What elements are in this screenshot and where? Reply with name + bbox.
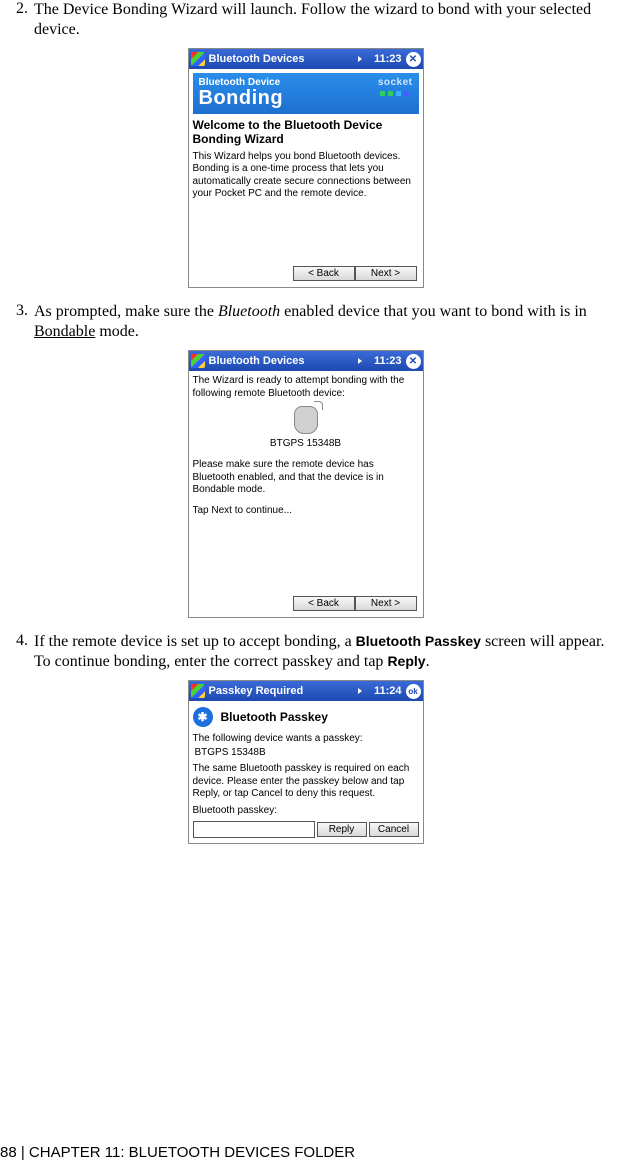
speaker-icon[interactable] (358, 356, 368, 366)
step-4-number: 4. (0, 632, 34, 672)
titlebar-1-time: 11:23 (374, 53, 402, 65)
back-button[interactable]: < Back (293, 266, 355, 281)
device-icon (294, 406, 318, 434)
step-4-part-a: If the remote device is set up to accept… (34, 633, 356, 650)
bluetooth-icon: ✱ (193, 707, 213, 727)
step-4-bold1: Bluetooth Passkey (356, 633, 481, 649)
step-3-italic: Bluetooth (218, 303, 280, 320)
titlebar-1-title: Bluetooth Devices (209, 53, 356, 65)
screenshot-2: Bluetooth Devices 11:23 ✕ The Wizard is … (0, 350, 611, 618)
start-flag-icon[interactable] (191, 684, 205, 698)
device-row: BTGPS 15348B (193, 406, 419, 449)
step-4-part-c: . (426, 653, 430, 670)
close-icon[interactable]: ✕ (406, 52, 421, 67)
step-3-underline: Bondable (34, 323, 95, 340)
socket-logo: socket (378, 77, 413, 88)
titlebar-3-title: Passkey Required (209, 685, 356, 697)
step-2: 2. The Device Bonding Wizard will launch… (0, 0, 611, 40)
step-4-text: If the remote device is set up to accept… (34, 632, 611, 672)
device-name: BTGPS 15348B (270, 438, 341, 449)
titlebar-1: Bluetooth Devices 11:23 ✕ (189, 49, 423, 69)
wizard-banner: socket Bluetooth Device Bonding (193, 73, 419, 114)
ok-icon[interactable]: ok (406, 684, 421, 699)
screenshot-1: Bluetooth Devices 11:23 ✕ socket Bluetoo… (0, 48, 611, 288)
step-4: 4. If the remote device is set up to acc… (0, 632, 611, 672)
step-4-bold2: Reply (387, 653, 425, 669)
titlebar-3: Passkey Required 11:24 ok (189, 681, 423, 701)
titlebar-2-title: Bluetooth Devices (209, 355, 356, 367)
back-button[interactable]: < Back (293, 596, 355, 611)
titlebar-2: Bluetooth Devices 11:23 ✕ (189, 351, 423, 371)
step-3-part-b: enabled device that you want to bond wit… (280, 303, 587, 320)
wizard-welcome: Welcome to the Bluetooth Device Bonding … (193, 118, 419, 147)
next-button[interactable]: Next > (355, 596, 417, 611)
page-footer: 88 | CHAPTER 11: BLUETOOTH DEVICES FOLDE… (0, 1144, 355, 1161)
shot3-line2: The same Bluetooth passkey is required o… (193, 763, 419, 801)
passkey-header: ✱ Bluetooth Passkey (193, 707, 419, 727)
start-flag-icon[interactable] (191, 52, 205, 66)
screenshot-3: Passkey Required 11:24 ok ✱ Bluetooth Pa… (0, 680, 611, 844)
speaker-icon[interactable] (358, 54, 368, 64)
step-3-text: As prompted, make sure the Bluetooth ena… (34, 302, 611, 342)
next-button[interactable]: Next > (355, 266, 417, 281)
step-2-number: 2. (0, 0, 34, 40)
cancel-button[interactable]: Cancel (369, 822, 419, 837)
shot2-line3: Tap Next to continue... (193, 505, 419, 518)
passkey-title: Bluetooth Passkey (221, 710, 328, 724)
step-3-part-c: mode. (95, 323, 139, 340)
start-flag-icon[interactable] (191, 354, 205, 368)
step-3-number: 3. (0, 302, 34, 342)
step-3-part-a: As prompted, make sure the (34, 303, 218, 320)
close-icon[interactable]: ✕ (406, 354, 421, 369)
wizard-body-text: This Wizard helps you bond Bluetooth dev… (193, 151, 419, 201)
shot3-line1: The following device wants a passkey: (193, 733, 419, 746)
speaker-icon[interactable] (358, 686, 368, 696)
reply-button[interactable]: Reply (317, 822, 367, 837)
passkey-input[interactable] (193, 821, 315, 838)
passkey-label: Bluetooth passkey: (193, 805, 419, 818)
step-3: 3. As prompted, make sure the Bluetooth … (0, 302, 611, 342)
socket-dots-icon (380, 91, 409, 96)
titlebar-2-time: 11:23 (374, 355, 402, 367)
titlebar-3-time: 11:24 (374, 685, 402, 697)
shot3-device: BTGPS 15348B (195, 747, 419, 760)
shot2-line2: Please make sure the remote device has B… (193, 459, 419, 497)
shot2-line1: The Wizard is ready to attempt bonding w… (193, 375, 419, 400)
step-2-text: The Device Bonding Wizard will launch. F… (34, 0, 611, 40)
